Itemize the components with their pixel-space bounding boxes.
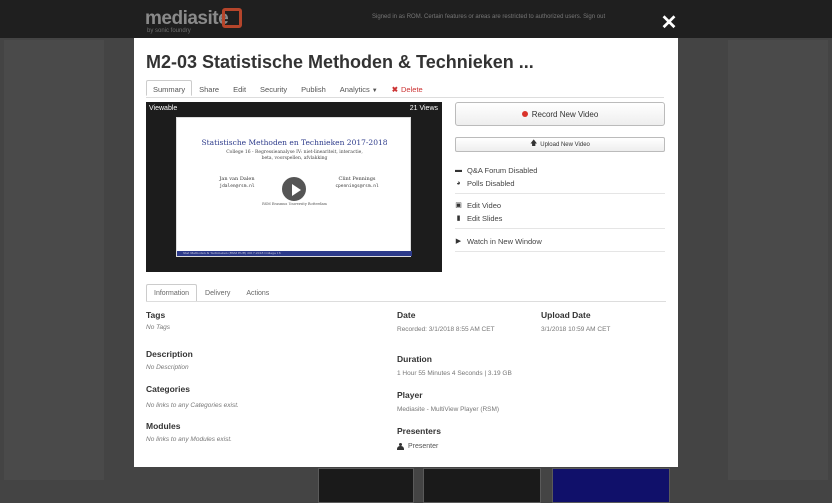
tabs-divider	[146, 97, 664, 98]
bg-thumbnail	[552, 468, 670, 503]
upload-new-video-button[interactable]: 🡅 Upload New Video	[455, 137, 665, 152]
qa-forum-label: Q&A Forum Disabled	[467, 166, 538, 175]
slide-subtitle-line: beta, voorspellen, afvlakking	[261, 156, 328, 161]
slide-subtitle: College 16 - Regressieanalyse IV: niet-l…	[197, 150, 392, 162]
categories-value: No links to any Categories exist.	[146, 402, 239, 409]
tab-label: Information	[154, 290, 190, 297]
upload-date-heading: Upload Date	[541, 310, 591, 320]
tab-label: Analytics	[339, 85, 370, 94]
view-count: 21 Views	[409, 105, 438, 112]
info-tabs: Information Delivery Actions	[146, 284, 277, 302]
polls-label: Polls Disabled	[467, 179, 515, 188]
tab-information[interactable]: Information	[146, 284, 198, 302]
slide-footer-text: Stat Methoden & Technieken (RSM EUR) 201…	[183, 251, 281, 255]
player-heading: Player	[397, 390, 423, 400]
player-value: Mediasite - MultiView Player (RSM)	[397, 406, 500, 413]
qa-forum-status[interactable]: ▬ Q&A Forum Disabled	[455, 166, 537, 175]
close-modal-button[interactable]: ✕	[660, 13, 678, 33]
modal-tabs: Summary Share Edit Security Publish Anal…	[146, 80, 430, 98]
tab-summary[interactable]: Summary	[146, 80, 193, 96]
categories-heading: Categories	[146, 384, 190, 394]
edit-video-link[interactable]: ▣ Edit Video	[455, 201, 501, 210]
viewable-status: Viewable	[149, 105, 178, 112]
polls-status[interactable]: ◕ Polls Disabled	[455, 179, 515, 188]
presenters-heading: Presenters	[397, 426, 441, 436]
tab-label: Edit	[233, 85, 247, 94]
slide-title: Statistische Methoden en Technieken 2017…	[201, 138, 388, 147]
actions-divider	[455, 251, 665, 252]
caret-down-icon: ▼	[371, 88, 378, 94]
tags-value: No Tags	[146, 324, 170, 331]
record-label: Record New Video	[531, 109, 599, 119]
description-value: No Description	[146, 364, 189, 371]
duration-heading: Duration	[397, 354, 432, 364]
delete-icon: ✖	[391, 85, 399, 94]
slide-author-2: Clint Pennings cpennings@rsm.nl	[322, 176, 392, 190]
bg-thumbnail	[423, 468, 541, 503]
tab-label: Share	[199, 85, 220, 94]
record-new-video-button[interactable]: Record New Video	[455, 102, 665, 126]
presenter-name: Presenter	[408, 443, 439, 450]
duration-value: 1 Hour 55 Minutes 4 Seconds | 3.19 GB	[397, 370, 512, 377]
pie-chart-icon: ◕	[456, 180, 461, 187]
film-icon: ▣	[455, 202, 462, 209]
mediasite-logo-icon	[222, 8, 242, 28]
tab-label: Publish	[301, 85, 326, 94]
video-player[interactable]: Viewable 21 Views Statistische Methoden …	[146, 102, 442, 272]
actions-divider	[455, 193, 665, 194]
bg-thumbnail	[318, 468, 414, 503]
tab-label: Security	[260, 85, 288, 94]
user-icon	[397, 443, 404, 450]
author-name: Jan van Dalen	[219, 176, 255, 182]
tab-analytics[interactable]: Analytics ▼	[333, 80, 385, 96]
tab-edit[interactable]: Edit	[226, 80, 253, 96]
author-email: jdalen@rsm.nl	[219, 184, 255, 189]
tab-label: Summary	[153, 85, 186, 94]
watch-new-window-link[interactable]: ▶ Watch in New Window	[455, 237, 542, 246]
edit-slides-link[interactable]: ▮ Edit Slides	[455, 214, 503, 223]
slide-thumbnail: Statistische Methoden en Technieken 2017…	[176, 117, 412, 257]
mediasite-logo: mediasite	[145, 8, 229, 29]
signin-notice: Signed in as ROM. Certain features or ar…	[372, 14, 606, 20]
presentation-modal: M2-03 Statistische Methoden & Technieken…	[134, 38, 678, 467]
app-left-panel	[4, 40, 104, 480]
tab-publish[interactable]: Publish	[294, 80, 333, 96]
upload-arrow-icon: 🡅	[530, 140, 538, 147]
record-icon	[521, 111, 528, 117]
tab-share[interactable]: Share	[192, 80, 226, 96]
slide-author-1: Jan van Dalen jdalen@rsm.nl	[207, 176, 267, 190]
app-topbar: mediasite by sonic foundry Signed in as …	[0, 0, 832, 38]
tab-label: Delivery	[205, 290, 231, 297]
upload-date-value: 3/1/2018 10:59 AM CET	[541, 326, 611, 333]
date-value: Recorded: 3/1/2018 8:55 AM CET	[397, 326, 495, 333]
author-email: cpennings@rsm.nl	[335, 184, 379, 189]
play-arrow-icon: ▶	[455, 238, 462, 245]
edit-video-label: Edit Video	[467, 201, 502, 210]
tab-label: Delete	[401, 85, 423, 94]
tags-heading: Tags	[146, 310, 166, 320]
author-name: Clint Pennings	[338, 176, 376, 182]
actions-divider	[455, 228, 665, 229]
modules-heading: Modules	[146, 421, 181, 431]
play-icon[interactable]	[280, 175, 308, 203]
description-heading: Description	[146, 349, 193, 359]
tab-delete[interactable]: ✖ Delete	[385, 80, 430, 96]
tab-label: Actions	[246, 290, 270, 297]
date-heading: Date	[397, 310, 416, 320]
logo-subtitle: by sonic foundry	[147, 28, 191, 34]
upload-label: Upload New Video	[540, 141, 590, 148]
presenter-item[interactable]: Presenter	[397, 443, 438, 450]
info-tabs-divider	[146, 301, 666, 302]
modules-value: No links to any Modules exist.	[146, 436, 232, 443]
tab-actions[interactable]: Actions	[238, 284, 277, 302]
chat-icon: ▬	[455, 167, 462, 174]
presentation-title: M2-03 Statistische Methoden & Technieken…	[146, 52, 534, 72]
watch-new-window-label: Watch in New Window	[467, 237, 542, 246]
edit-slides-label: Edit Slides	[467, 214, 503, 223]
slide-footer: Stat Methoden & Technieken (RSM EUR) 201…	[177, 251, 412, 256]
tab-security[interactable]: Security	[253, 80, 294, 96]
tab-delivery[interactable]: Delivery	[197, 284, 238, 302]
app-right-panel	[728, 40, 828, 480]
file-icon: ▮	[456, 215, 461, 222]
